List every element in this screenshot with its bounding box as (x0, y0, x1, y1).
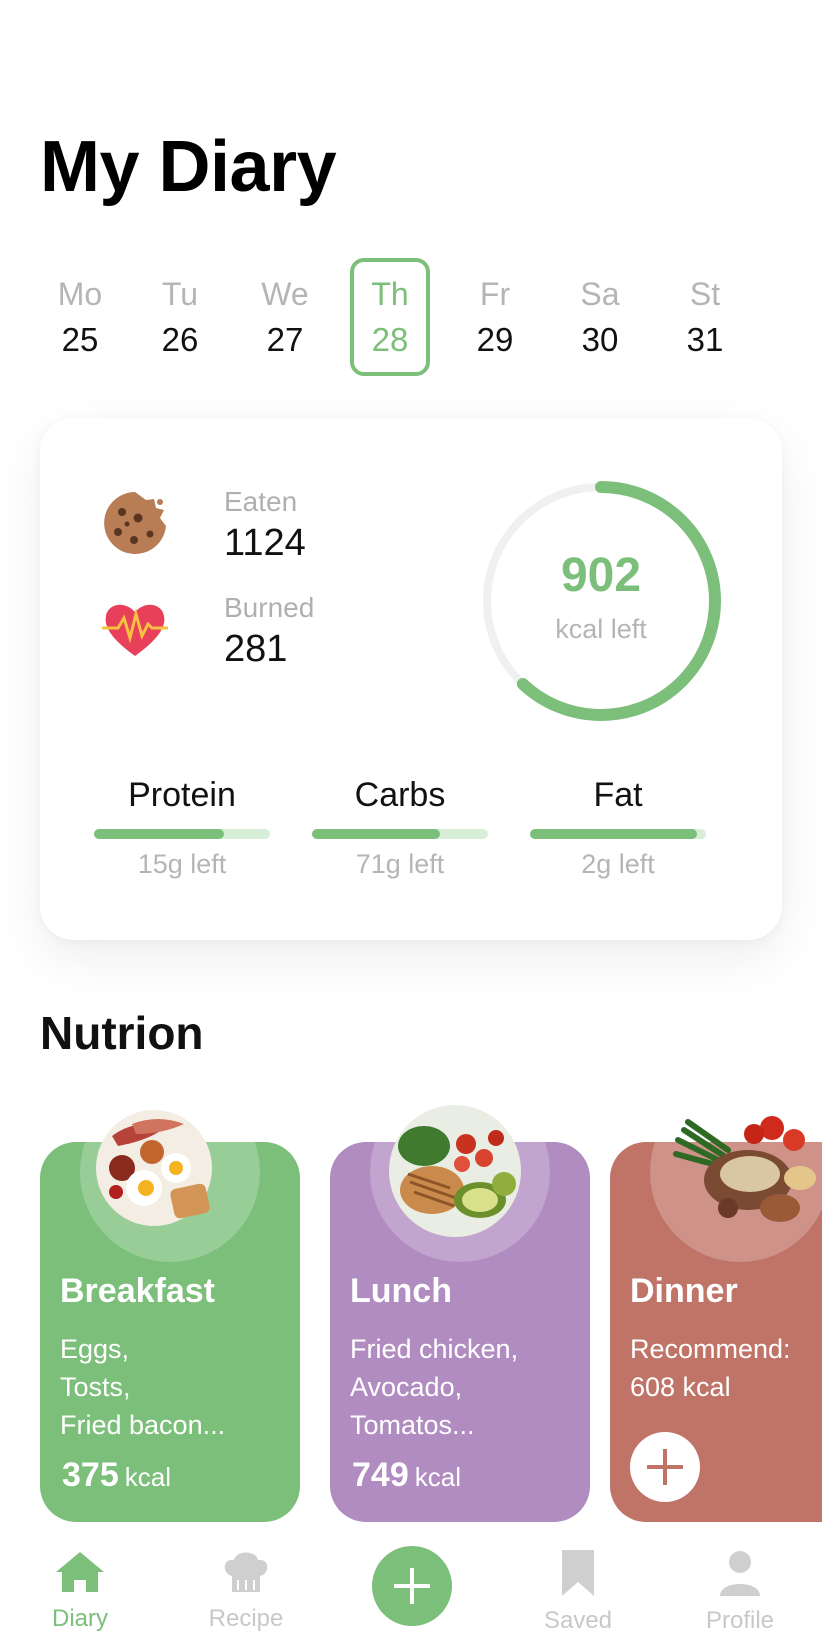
meal-name: Lunch (350, 1272, 452, 1310)
chef-hat-icon (224, 1552, 268, 1592)
add-entry-button[interactable] (372, 1546, 452, 1626)
day-monday[interactable]: Mo 25 (40, 258, 120, 376)
day-date: 27 (266, 321, 304, 358)
tab-saved[interactable]: Saved (518, 1550, 638, 1635)
burned-value: 281 (224, 628, 288, 670)
tab-label: Recipe (208, 1605, 284, 1632)
day-sunday[interactable]: St 31 (665, 258, 745, 376)
plus-icon (394, 1568, 430, 1604)
calorie-summary-card: Eaten 1124 Burned 281 902 kcal left Prot… (40, 418, 782, 940)
day-name: Th (371, 276, 409, 312)
kcal-left-value: 902 (560, 549, 642, 602)
day-date: 28 (371, 321, 409, 358)
user-icon (720, 1551, 760, 1596)
eaten-label: Eaten (224, 486, 298, 517)
macro-name: Fat (593, 776, 643, 814)
meal-item: Tosts, (60, 1372, 131, 1402)
day-date: 31 (686, 321, 724, 358)
day-date: 25 (61, 321, 99, 358)
day-saturday[interactable]: Sa 30 (560, 258, 640, 376)
day-name: We (261, 276, 309, 312)
meal-item: Fried chicken, (350, 1334, 519, 1364)
macro-track (312, 829, 488, 839)
meal-item: Tomatos... (350, 1410, 475, 1440)
day-date: 26 (161, 321, 199, 358)
heart-pulse-icon (102, 604, 168, 656)
macro-name: Carbs (354, 776, 446, 814)
eaten-stat: Eaten 1124 (100, 486, 420, 578)
macro-name: Protein (128, 776, 236, 814)
day-name: Sa (580, 276, 620, 312)
meal-name: Dinner (630, 1272, 738, 1310)
day-thursday-selected[interactable]: Th 28 (350, 258, 430, 376)
section-title: Nutrion (40, 1007, 204, 1059)
tab-label: Diary (51, 1605, 108, 1632)
meal-description: Eggs, Tosts, Fried bacon... (60, 1330, 290, 1444)
week-strip: Mo 25 Tu 26 We 27 Th 28 Fr 29 Sa 30 St 3… (40, 258, 782, 378)
meal-item: 608 kcal (630, 1372, 731, 1402)
macro-left: 15g left (137, 849, 227, 879)
day-name: Mo (57, 276, 103, 312)
cookie-icon (104, 492, 166, 554)
meal-kcal-value: 749 (352, 1456, 409, 1494)
meal-description: Fried chicken, Avocado, Tomatos... (350, 1330, 580, 1444)
meal-name: Breakfast (60, 1272, 215, 1310)
macro-fill (312, 829, 441, 839)
bookmark-icon (562, 1550, 594, 1596)
tab-diary[interactable]: Diary (20, 1550, 140, 1633)
day-name: Fr (479, 276, 511, 312)
macro-track (530, 829, 706, 839)
kcal-left-label: kcal left (555, 614, 647, 644)
burned-label: Burned (224, 592, 315, 623)
meal-item: Fried bacon... (60, 1410, 226, 1440)
plus-icon (647, 1449, 683, 1485)
meal-item: Eggs, (60, 1334, 130, 1364)
breakfast-dish-image (96, 1110, 212, 1226)
meal-kcal-unit: kcal (414, 1462, 461, 1492)
meal-description: Recommend: 608 kcal (630, 1330, 822, 1406)
macro-track (94, 829, 270, 839)
bottom-navigation: Diary Recipe Saved Profile (0, 1530, 822, 1646)
macro-protein: Protein 15g left (94, 776, 270, 880)
tab-label: Profile (705, 1607, 775, 1634)
tab-label: Saved (543, 1607, 613, 1634)
macro-fill (530, 829, 698, 839)
day-tuesday[interactable]: Tu 26 (140, 258, 220, 376)
day-date: 29 (476, 321, 514, 358)
macro-fat: Fat 2g left (530, 776, 706, 880)
day-friday[interactable]: Fr 29 (455, 258, 535, 376)
meal-kcal: 749 kcal (352, 1456, 461, 1495)
eaten-value: 1124 (224, 522, 306, 564)
tab-profile[interactable]: Profile (680, 1550, 800, 1635)
add-dinner-button[interactable] (630, 1432, 700, 1502)
meal-kcal: 375 kcal (62, 1456, 171, 1495)
day-wednesday[interactable]: We 27 (245, 258, 325, 376)
macro-left: 2g left (581, 849, 655, 879)
macro-left: 71g left (355, 849, 445, 879)
macro-carbs: Carbs 71g left (312, 776, 488, 880)
tab-recipe[interactable]: Recipe (186, 1550, 306, 1633)
day-date: 30 (581, 321, 619, 358)
meal-item: Recommend: (630, 1334, 791, 1364)
home-icon (56, 1552, 104, 1592)
burned-stat: Burned 281 (100, 592, 420, 684)
page-title: My Diary (40, 127, 337, 207)
meal-kcal-unit: kcal (124, 1462, 171, 1492)
day-name: St (689, 276, 721, 312)
dinner-dish-image (673, 1116, 816, 1222)
meal-kcal-value: 375 (62, 1456, 119, 1494)
day-name: Tu (161, 276, 199, 312)
macro-fill (94, 829, 225, 839)
meal-item: Avocado, (350, 1372, 463, 1402)
lunch-dish-image (389, 1105, 521, 1237)
